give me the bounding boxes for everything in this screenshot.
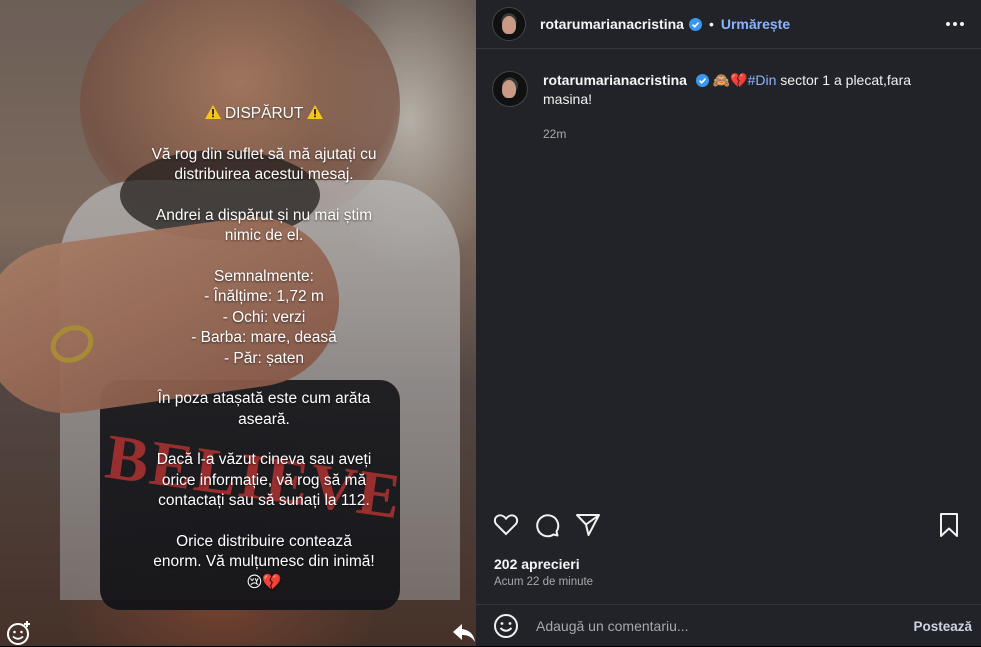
story-media[interactable]: BELIEVE DISPĂRUT Vă rog din suflet să mă… (0, 0, 476, 646)
story-paragraph: Semnalmente: - Înălțime: 1,72 m - Ochi: … (191, 267, 337, 367)
bookmark-icon[interactable] (936, 512, 962, 538)
warning-icon (307, 105, 324, 119)
add-sticker-icon[interactable] (6, 620, 32, 646)
verified-icon (688, 17, 702, 31)
post-comment-button[interactable]: Postează (913, 619, 972, 634)
reply-icon[interactable] (452, 622, 476, 644)
verified-icon (695, 74, 709, 87)
caption-username[interactable]: rotarumarianacristina (543, 72, 687, 88)
username[interactable]: rotarumarianacristina (540, 16, 684, 32)
follow-button[interactable]: Urmărește (721, 16, 790, 32)
likes-count[interactable]: 202 aprecieri (494, 556, 580, 572)
caption-emojis: 🙈💔 (712, 72, 748, 88)
story-title-text: DISPĂRUT (224, 105, 304, 122)
share-icon[interactable] (575, 512, 601, 538)
story-paragraph: Vă rog din suflet să mă ajutați cu distr… (151, 145, 377, 184)
story-paragraph: Andrei a dispărut și nu mai știm nimic d… (155, 206, 373, 245)
heart-icon[interactable] (493, 512, 519, 538)
avatar[interactable] (492, 71, 528, 107)
story-paragraph: Orice distribuire contează enorm. Vă mul… (153, 532, 375, 571)
caption-time: 22m (543, 127, 567, 141)
story-paragraph: Dacă l-a văzut cineva sau aveți orice in… (156, 451, 372, 509)
more-options-icon[interactable] (943, 12, 967, 36)
comment-icon[interactable] (534, 512, 560, 538)
closing-emojis: 😢💔 (246, 573, 282, 591)
comment-input[interactable] (534, 617, 914, 635)
warning-icon (204, 105, 221, 119)
caption-hashtag[interactable]: #Din (748, 72, 777, 88)
story-overlay-text: DISPĂRUT Vă rog din suflet să mă ajutați… (150, 104, 378, 593)
post-time-ago: Acum 22 de minute (494, 576, 594, 588)
separator-dot: • (708, 16, 714, 32)
story-paragraph-last: Orice distribuire contează enorm. Vă mul… (150, 532, 378, 594)
avatar[interactable] (492, 7, 526, 41)
post-header: rotarumarianacristina • Urmărește (476, 0, 981, 49)
action-bar (476, 508, 981, 542)
post-panel: rotarumarianacristina • Urmărește rotaru… (476, 0, 981, 646)
story-title: DISPĂRUT (150, 104, 378, 125)
post-caption: rotarumarianacristina 🙈💔#Din sector 1 a … (476, 49, 981, 144)
caption-body: rotarumarianacristina 🙈💔#Din sector 1 a … (543, 71, 923, 144)
story-paragraph: În poza atașată este cum arăta aseară. (157, 390, 371, 428)
comment-bar: Postează (476, 604, 981, 647)
emoji-icon[interactable] (493, 613, 519, 639)
